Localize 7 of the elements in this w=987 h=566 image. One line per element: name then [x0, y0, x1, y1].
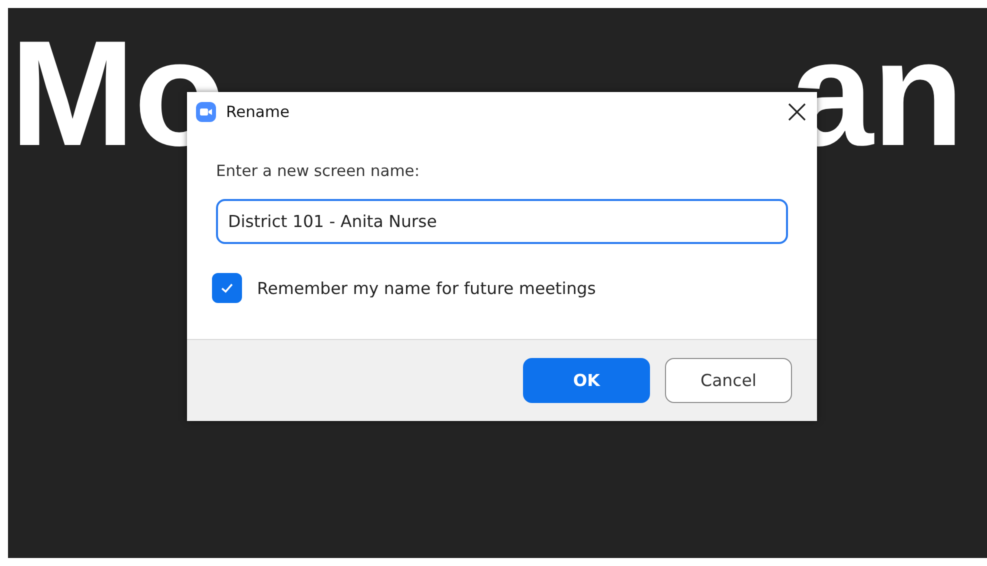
remember-checkbox[interactable] — [212, 273, 242, 303]
ok-button[interactable]: OK — [523, 358, 650, 403]
dialog-title: Rename — [226, 103, 291, 121]
cancel-button[interactable]: Cancel — [665, 358, 792, 403]
name-field[interactable]: District 101 - Anita Nurse — [216, 199, 788, 244]
video-camera-icon — [196, 102, 216, 122]
remember-label: Remember my name for future meetings — [257, 278, 596, 298]
